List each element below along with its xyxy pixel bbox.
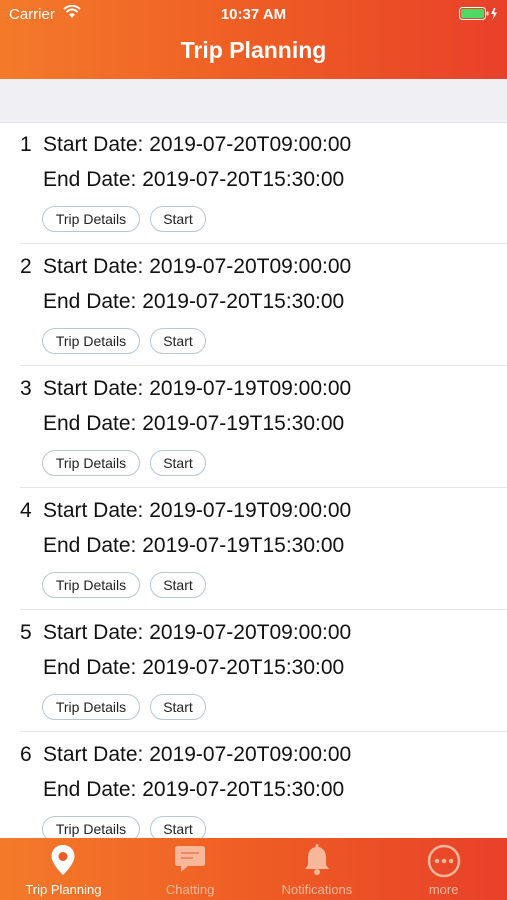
- start-trip-button[interactable]: Start: [150, 816, 206, 838]
- trip-start-date: Start Date: 2019-07-20T09:00:00: [43, 255, 352, 278]
- tab-chatting[interactable]: Chatting: [127, 838, 254, 900]
- battery-icon: [459, 7, 499, 25]
- trip-end-date: End Date: 2019-07-19T15:30:00: [43, 412, 345, 435]
- start-trip-button[interactable]: Start: [150, 328, 206, 354]
- tab-label: Notifications: [281, 882, 353, 897]
- trip-actions: Trip Details Start: [42, 206, 206, 232]
- start-trip-button[interactable]: Start: [150, 572, 206, 598]
- trip-index: 3: [20, 377, 32, 400]
- trip-end-date: End Date: 2019-07-20T15:30:00: [43, 656, 345, 679]
- trip-end-date: End Date: 2019-07-19T15:30:00: [43, 534, 345, 557]
- tab-more[interactable]: more: [380, 838, 507, 900]
- trip-actions: Trip Details Start: [42, 572, 206, 598]
- chat-bubble-icon: [174, 844, 206, 879]
- status-bar: Carrier 10:37 AM: [0, 0, 507, 28]
- trip-row: 2 Start Date: 2019-07-20T09:00:00 End Date…: [0, 244, 507, 366]
- trip-start-date: Start Date: 2019-07-19T09:00:00: [43, 499, 352, 522]
- trip-index: 2: [20, 255, 32, 278]
- tab-label: Trip Planning: [25, 882, 102, 897]
- start-trip-button[interactable]: Start: [150, 206, 206, 232]
- trip-row: 5 Start Date: 2019-07-20T09:00:00 End Date…: [0, 610, 507, 732]
- trip-list[interactable]: 1 Start Date: 2019-07-20T09:00:00 End Date…: [0, 122, 507, 838]
- trip-row: 4 Start Date: 2019-07-19T09:00:00 End Date…: [0, 488, 507, 610]
- nav-header: Carrier 10:37 AM Trip Planning: [0, 0, 507, 79]
- status-time: 10:37 AM: [220, 6, 287, 23]
- trip-index: 1: [20, 133, 32, 156]
- trip-actions: Trip Details Start: [42, 694, 206, 720]
- trip-row: 6 Start Date: 2019-07-20T09:00:00 End Date…: [0, 732, 507, 838]
- start-trip-button[interactable]: Start: [150, 450, 206, 476]
- location-pin-icon: [50, 844, 76, 881]
- trip-end-date: End Date: 2019-07-20T15:30:00: [43, 290, 345, 313]
- trip-start-date: Start Date: 2019-07-20T09:00:00: [43, 133, 352, 156]
- trip-actions: Trip Details Start: [42, 816, 206, 838]
- tab-label: more: [428, 882, 459, 897]
- trip-details-button[interactable]: Trip Details: [42, 450, 140, 476]
- trip-index: 5: [20, 621, 32, 644]
- trip-actions: Trip Details Start: [42, 450, 206, 476]
- tab-bar: Trip Planning Chatting Notifications more: [0, 838, 507, 900]
- trip-details-button[interactable]: Trip Details: [42, 328, 140, 354]
- trip-details-button[interactable]: Trip Details: [42, 206, 140, 232]
- start-trip-button[interactable]: Start: [150, 694, 206, 720]
- trip-details-button[interactable]: Trip Details: [42, 572, 140, 598]
- trip-start-date: Start Date: 2019-07-20T09:00:00: [43, 743, 352, 766]
- trip-start-date: Start Date: 2019-07-19T09:00:00: [43, 377, 352, 400]
- bell-icon: [303, 844, 331, 881]
- trip-start-date: Start Date: 2019-07-20T09:00:00: [43, 621, 352, 644]
- tab-trip-planning[interactable]: Trip Planning: [0, 838, 127, 900]
- trip-actions: Trip Details Start: [42, 328, 206, 354]
- trip-end-date: End Date: 2019-07-20T15:30:00: [43, 168, 345, 191]
- more-dots-icon: [427, 844, 461, 883]
- tab-label: Chatting: [165, 882, 215, 897]
- tab-notifications[interactable]: Notifications: [254, 838, 381, 900]
- trip-details-button[interactable]: Trip Details: [42, 816, 140, 838]
- trip-row: 3 Start Date: 2019-07-19T09:00:00 End Date…: [0, 366, 507, 488]
- trip-end-date: End Date: 2019-07-20T15:30:00: [43, 778, 345, 801]
- section-spacer: [0, 79, 507, 123]
- page-title: Trip Planning: [180, 37, 327, 63]
- trip-index: 4: [20, 499, 32, 522]
- trip-row: 1 Start Date: 2019-07-20T09:00:00 End Date…: [0, 122, 507, 244]
- trip-details-button[interactable]: Trip Details: [42, 694, 140, 720]
- trip-index: 6: [20, 743, 32, 766]
